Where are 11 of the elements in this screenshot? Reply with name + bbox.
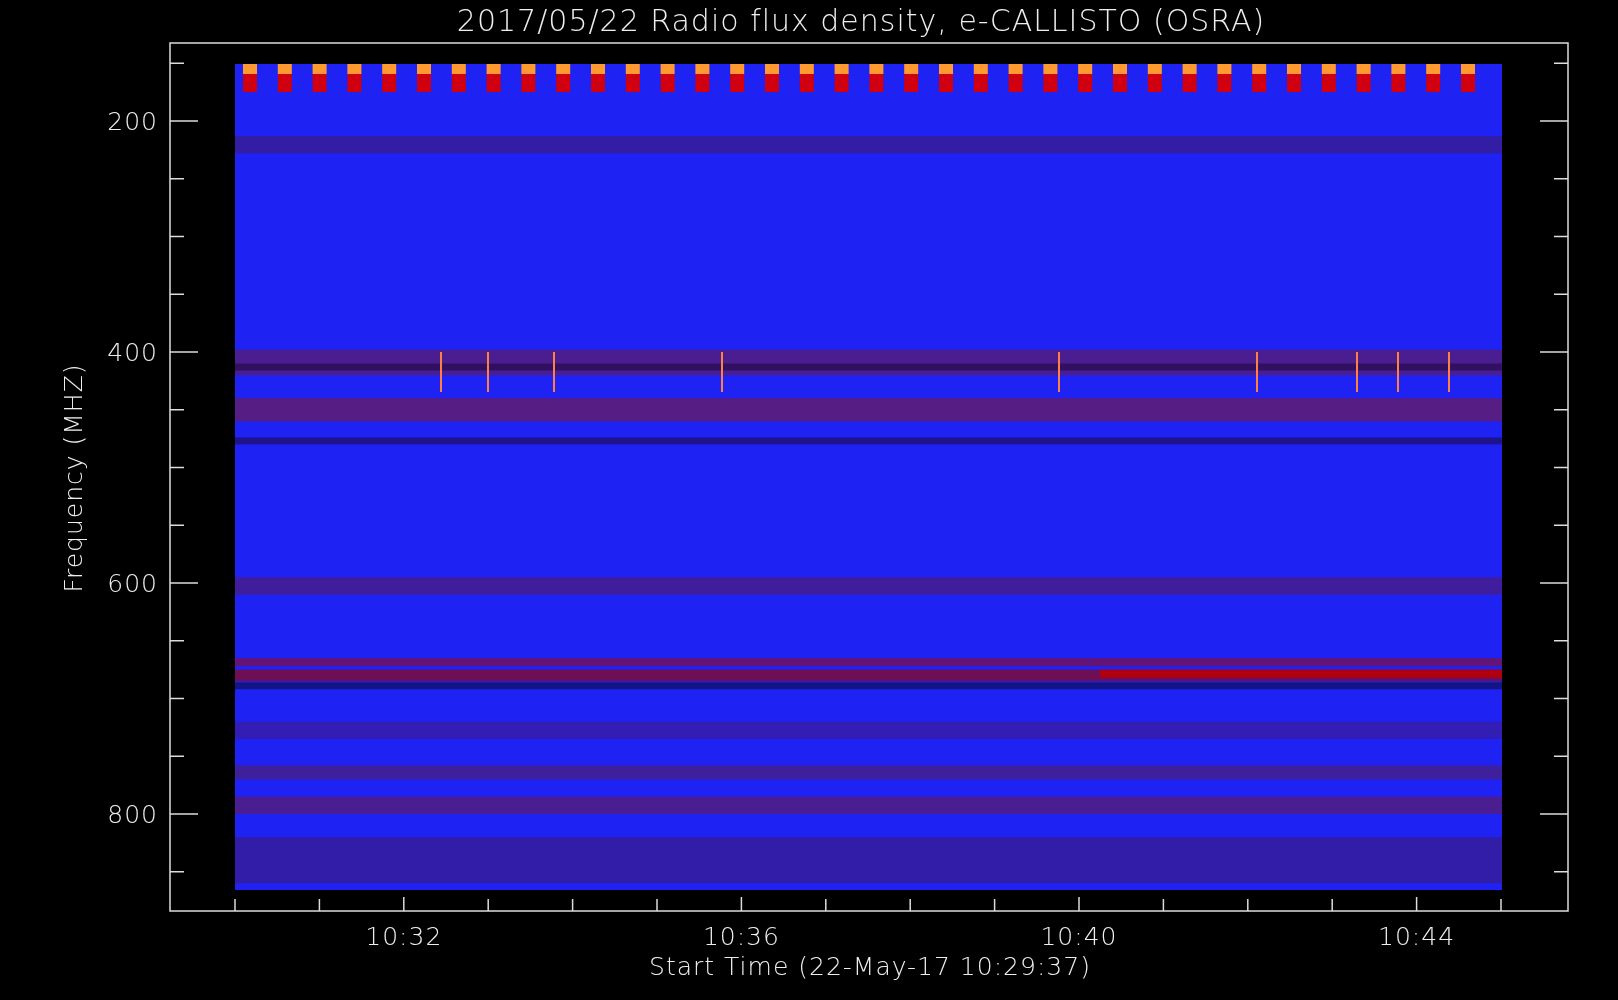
chart-title: 2017/05/22 Radio flux density, e-CALLISTO (OSRA) <box>456 3 1266 38</box>
y-tick-label: 400 <box>107 338 158 367</box>
x-tick-label: 10:40 <box>1040 922 1118 951</box>
y-tick-label: 200 <box>107 107 158 136</box>
x-axis-label: Start Time (22-May-17 10:29:37) <box>649 952 1091 981</box>
y-tick-label: 600 <box>107 569 158 598</box>
y-axis-label: Frequency (MHZ) <box>59 363 88 593</box>
y-tick-label: 800 <box>107 800 158 829</box>
x-tick-label: 10:32 <box>365 922 443 951</box>
x-tick-label: 10:44 <box>1378 922 1456 951</box>
x-tick-label: 10:36 <box>702 922 780 951</box>
